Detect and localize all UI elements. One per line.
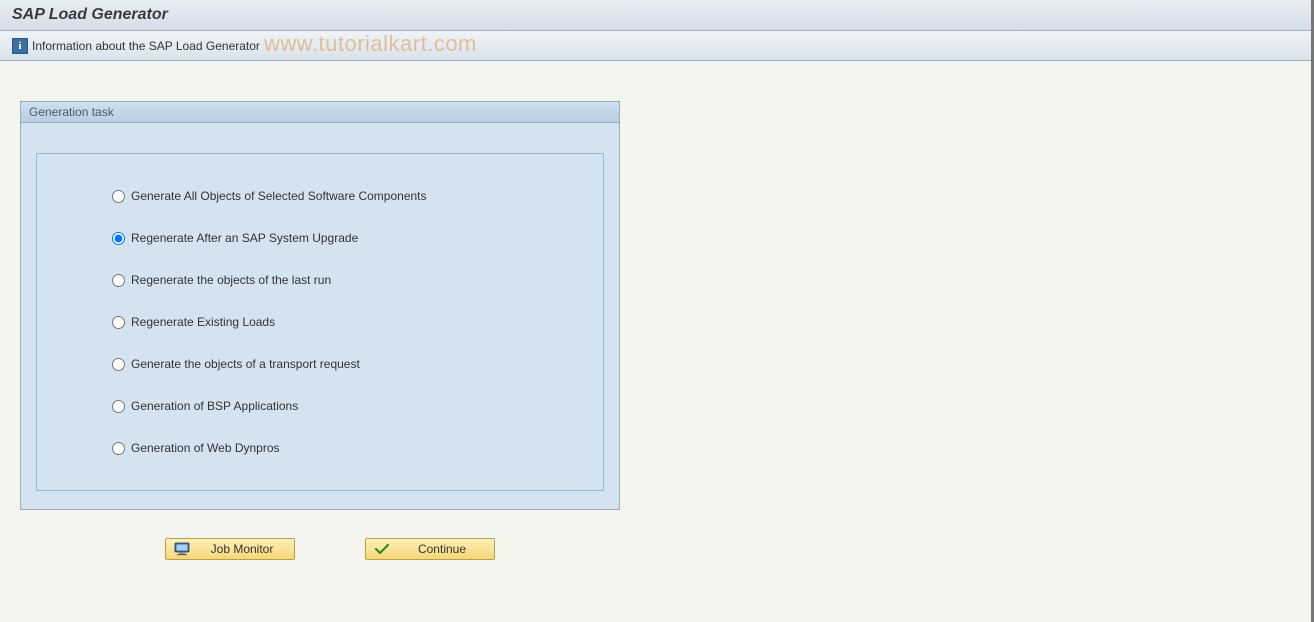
radio-option-transport-request[interactable]: Generate the objects of a transport requ… [112,357,553,371]
options-frame: Generate All Objects of Selected Softwar… [36,153,604,491]
radio-option-web-dynpros[interactable]: Generation of Web Dynpros [112,441,553,455]
button-label: Job Monitor [198,542,286,556]
groupbox-title: Generation task [21,102,619,123]
radio-option-regenerate-last-run[interactable]: Regenerate the objects of the last run [112,273,553,287]
groupbox-body: Generate All Objects of Selected Softwar… [21,123,619,509]
radio-input[interactable] [112,316,125,329]
watermark-text: www.tutorialkart.com [264,31,477,57]
button-row: Job Monitor Continue [165,538,1294,560]
radio-input[interactable] [112,442,125,455]
content-area: Generation task Generate All Objects of … [0,61,1314,580]
radio-label[interactable]: Regenerate the objects of the last run [131,273,331,287]
radio-option-regenerate-existing[interactable]: Regenerate Existing Loads [112,315,553,329]
check-icon [374,542,390,556]
radio-label[interactable]: Regenerate After an SAP System Upgrade [131,231,358,245]
radio-option-bsp-applications[interactable]: Generation of BSP Applications [112,399,553,413]
radio-input[interactable] [112,190,125,203]
radio-label[interactable]: Generate All Objects of Selected Softwar… [131,189,427,203]
radio-input[interactable] [112,358,125,371]
job-monitor-button[interactable]: Job Monitor [165,538,295,560]
radio-label[interactable]: Generate the objects of a transport requ… [131,357,360,371]
toolbar-info-text[interactable]: Information about the SAP Load Generator [32,39,260,53]
radio-input[interactable] [112,232,125,245]
info-icon[interactable]: i [12,38,28,54]
page-title: SAP Load Generator [12,6,1302,24]
monitor-icon [174,542,190,556]
title-bar: SAP Load Generator [0,0,1314,31]
radio-option-generate-all[interactable]: Generate All Objects of Selected Softwar… [112,189,553,203]
generation-task-groupbox: Generation task Generate All Objects of … [20,101,620,510]
button-label: Continue [398,542,486,556]
radio-label[interactable]: Generation of Web Dynpros [131,441,280,455]
toolbar: i Information about the SAP Load Generat… [0,31,1314,61]
radio-input[interactable] [112,274,125,287]
radio-label[interactable]: Regenerate Existing Loads [131,315,275,329]
radio-input[interactable] [112,400,125,413]
radio-label[interactable]: Generation of BSP Applications [131,399,298,413]
continue-button[interactable]: Continue [365,538,495,560]
radio-option-regenerate-upgrade[interactable]: Regenerate After an SAP System Upgrade [112,231,553,245]
